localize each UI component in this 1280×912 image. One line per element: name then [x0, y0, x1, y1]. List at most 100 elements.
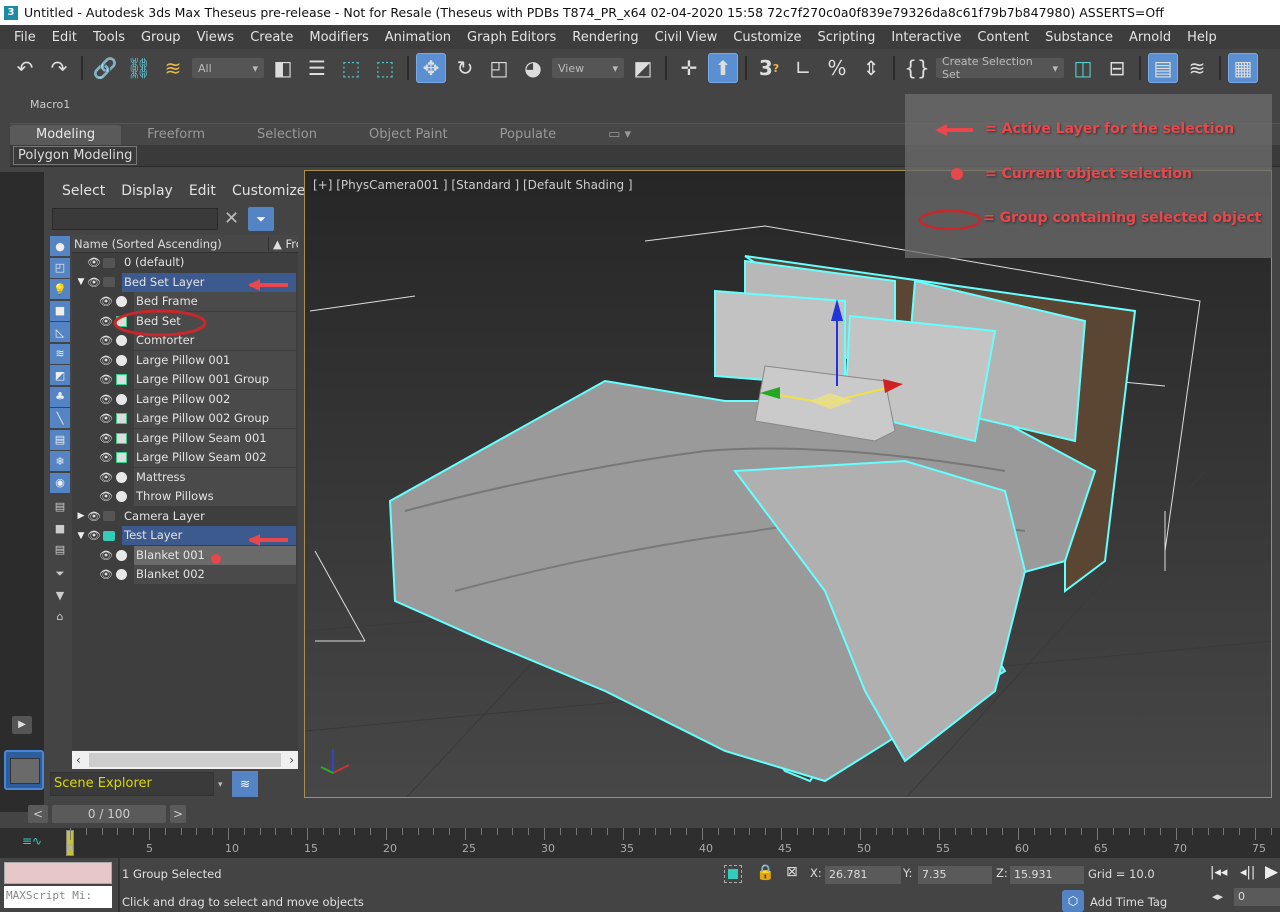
- xrefs-filter-icon[interactable]: ♣: [50, 386, 70, 407]
- angle-snap-icon[interactable]: ∟: [788, 53, 818, 83]
- ribbon-tab-populate[interactable]: Populate: [474, 125, 583, 145]
- z-coordinate-field[interactable]: 15.931: [1010, 866, 1084, 884]
- visibility-eye-icon[interactable]: 👁: [86, 276, 102, 289]
- tree-row[interactable]: 👁 Large Pillow 002 Group: [72, 409, 298, 429]
- select-scale-icon[interactable]: ◰: [484, 53, 514, 83]
- maxscript-listener-output[interactable]: [4, 862, 112, 884]
- timeline[interactable]: ≡∿ 0 5 10 15 20 25 30 35 40 45 50 55 60 65 70 75: [0, 828, 1280, 858]
- containers-filter-icon[interactable]: ▤: [50, 429, 70, 450]
- visibility-eye-icon[interactable]: 👁: [86, 256, 102, 269]
- tree-row[interactable]: ▶ 👁 Camera Layer: [72, 506, 298, 527]
- placement-icon[interactable]: ◕: [518, 53, 548, 83]
- tree-row[interactable]: ▼ 👁 Bed Set Layer: [72, 272, 298, 293]
- tree-row[interactable]: 👁 Throw Pillows: [72, 487, 298, 507]
- maxscript-mini-listener[interactable]: MAXScript Mi:: [4, 886, 112, 908]
- viewport[interactable]: [+] [PhysCamera001 ] [Standard ] [Defaul…: [304, 170, 1272, 798]
- lights-filter-icon[interactable]: 💡: [50, 279, 70, 299]
- ribbon-tab-object-paint[interactable]: Object Paint: [343, 125, 474, 145]
- scroll-thumb[interactable]: [88, 753, 282, 767]
- current-frame-field[interactable]: 0: [1234, 888, 1280, 906]
- menu-content[interactable]: Content: [969, 30, 1037, 45]
- spinner-snap-icon[interactable]: ⇕: [856, 53, 886, 83]
- geometry-filter-icon[interactable]: ●: [50, 236, 70, 256]
- visibility-eye-icon[interactable]: 👁: [98, 373, 114, 386]
- select-by-name-icon[interactable]: ☰: [302, 53, 332, 83]
- collapse-icon[interactable]: ▼: [76, 531, 86, 541]
- tree-row[interactable]: 👁 Large Pillow 001 Group: [72, 370, 298, 390]
- visibility-eye-icon[interactable]: 👁: [98, 354, 114, 367]
- menu-civil-view[interactable]: Civil View: [647, 30, 726, 45]
- ribbon-options-icon[interactable]: ▭ ▾: [582, 125, 657, 145]
- tree-row[interactable]: 👁 Bed Frame: [72, 292, 298, 312]
- menu-arnold[interactable]: Arnold: [1121, 30, 1179, 45]
- scroll-right-icon[interactable]: ›: [289, 753, 294, 767]
- macro-label[interactable]: Macro1: [30, 98, 70, 111]
- time-slider-thumb[interactable]: 0 / 100: [52, 805, 166, 823]
- visibility-eye-icon[interactable]: 👁: [98, 334, 114, 347]
- menu-animation[interactable]: Animation: [377, 30, 459, 45]
- tree-row[interactable]: 👁 Large Pillow 002: [72, 389, 298, 410]
- ref-coord-dropdown[interactable]: View ▾: [552, 58, 624, 78]
- select-move-icon[interactable]: ✥: [416, 53, 446, 83]
- visibility-eye-icon[interactable]: 👁: [98, 412, 114, 425]
- tree-row[interactable]: 👁 Large Pillow Seam 001: [72, 428, 298, 449]
- visibility-eye-icon[interactable]: 👁: [98, 471, 114, 484]
- keyboard-shortcut-override-icon[interactable]: ⬆: [708, 53, 738, 83]
- visibility-eye-icon[interactable]: 👁: [98, 295, 114, 308]
- cameras-filter-icon[interactable]: ■: [50, 300, 70, 321]
- clear-search-icon[interactable]: ✕: [224, 208, 239, 229]
- snaps-toggle-icon[interactable]: 3?: [754, 53, 784, 83]
- selection-filter-dropdown[interactable]: All ▾: [192, 58, 264, 78]
- edit-named-selection-icon[interactable]: {}: [902, 53, 932, 83]
- menu-file[interactable]: File: [6, 30, 44, 45]
- tree-row[interactable]: 👁 Large Pillow 001: [72, 350, 298, 371]
- explorer-menu-customize[interactable]: Customize: [232, 183, 306, 199]
- helpers-filter-icon[interactable]: ◺: [50, 322, 70, 342]
- menu-substance[interactable]: Substance: [1037, 30, 1121, 45]
- menu-create[interactable]: Create: [242, 30, 301, 45]
- scene-explorer-selector[interactable]: Scene Explorer: [50, 772, 214, 796]
- filter-toggle-icon[interactable]: ▼: [50, 585, 70, 605]
- menu-rendering[interactable]: Rendering: [564, 30, 646, 45]
- tree-row[interactable]: 👁 Comforter: [72, 331, 298, 351]
- isolate-selection-icon[interactable]: [724, 865, 742, 883]
- select-manipulate-icon[interactable]: ✛: [674, 53, 704, 83]
- frame-spinner-icon[interactable]: ◂▸: [1212, 890, 1223, 903]
- menu-edit[interactable]: Edit: [44, 30, 85, 45]
- visibility-eye-icon[interactable]: 👁: [98, 432, 114, 445]
- link-icon[interactable]: 🔗: [90, 53, 120, 83]
- select-rotate-icon[interactable]: ↻: [450, 53, 480, 83]
- menu-help[interactable]: Help: [1179, 30, 1225, 45]
- column-frozen-header[interactable]: ▲ Froz: [268, 236, 298, 251]
- rect-selection-icon[interactable]: ⬚: [336, 53, 366, 83]
- explorer-hscrollbar[interactable]: ‹ ›: [72, 751, 298, 769]
- tree-row[interactable]: 👁 Bed Set: [72, 311, 298, 332]
- add-time-tag-icon[interactable]: ⬡: [1062, 890, 1084, 912]
- next-frame-button[interactable]: >: [170, 805, 186, 823]
- layer-explorer-button[interactable]: ≋: [232, 771, 258, 797]
- visibility-eye-icon[interactable]: 👁: [98, 568, 114, 581]
- selection-lock-icon[interactable]: ⌂: [50, 607, 70, 627]
- menu-graph-editors[interactable]: Graph Editors: [459, 30, 564, 45]
- visibility-eye-icon[interactable]: 👁: [98, 490, 114, 503]
- scene-explorer-toggle-icon[interactable]: ▤: [1148, 53, 1178, 83]
- hidden-filter-icon[interactable]: ◉: [50, 472, 70, 493]
- y-coordinate-field[interactable]: 7.35: [918, 866, 992, 884]
- explorer-menu-edit[interactable]: Edit: [189, 183, 216, 199]
- tree-row[interactable]: 👁 Blanket 002: [72, 565, 298, 585]
- expand-icon[interactable]: ▶: [76, 511, 86, 521]
- ribbon-tab-freeform[interactable]: Freeform: [121, 125, 231, 145]
- shapes-filter-icon[interactable]: ◰: [50, 257, 70, 278]
- explorer-menu-select[interactable]: Select: [62, 183, 105, 199]
- layer-explorer-icon[interactable]: ≋: [1182, 53, 1212, 83]
- menu-interactive[interactable]: Interactive: [883, 30, 969, 45]
- display-all-icon[interactable]: ▤: [50, 497, 70, 517]
- invert-display-icon[interactable]: ▤: [50, 540, 70, 560]
- ribbon-tab-modeling[interactable]: Modeling: [10, 125, 122, 145]
- undo-button[interactable]: ↶: [10, 53, 40, 83]
- menu-group[interactable]: Group: [133, 30, 189, 45]
- ribbon-tab-selection[interactable]: Selection: [231, 125, 343, 145]
- pivot-center-icon[interactable]: ◩: [628, 53, 658, 83]
- frozen-filter-icon[interactable]: ❄: [50, 451, 70, 471]
- x-coordinate-field[interactable]: 26.781: [825, 866, 901, 884]
